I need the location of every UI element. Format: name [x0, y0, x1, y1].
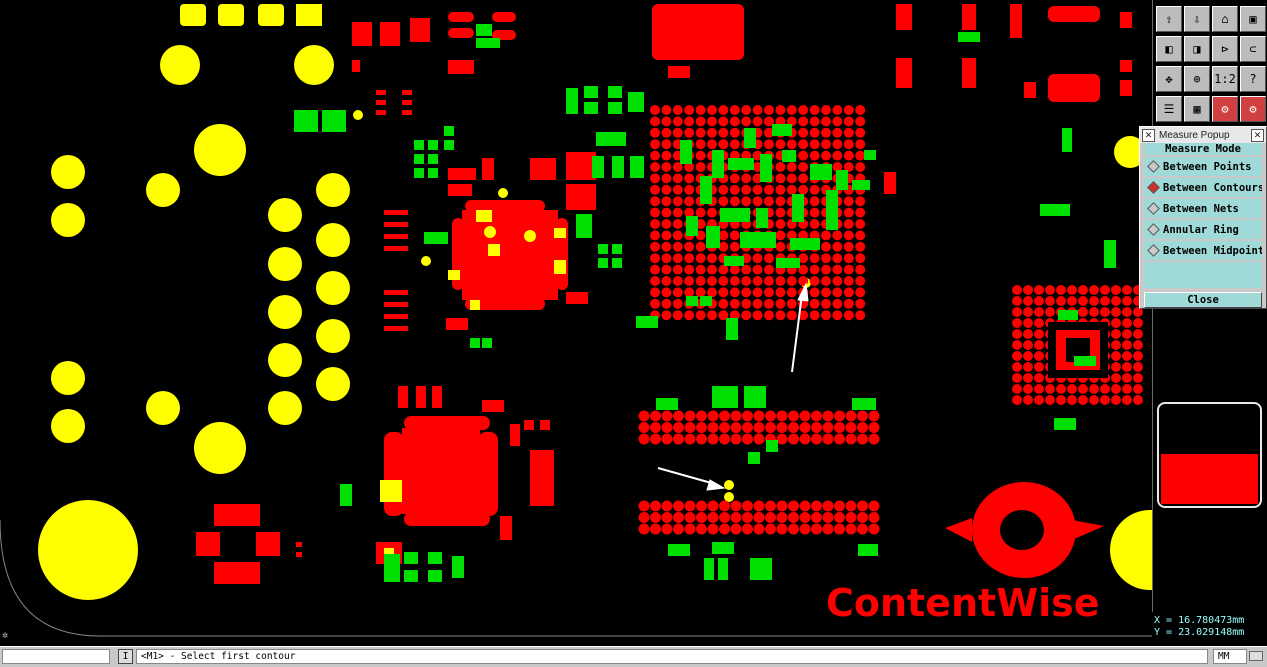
pan-right-icon[interactable]: ◨	[1184, 36, 1210, 62]
logo-mark	[945, 482, 1104, 578]
popup-title: Measure Popup	[1159, 129, 1230, 141]
overview-board-area	[1161, 454, 1258, 504]
measure-option-between-nets[interactable]: Between Nets	[1144, 199, 1262, 218]
option-label: Annular Ring	[1163, 223, 1239, 236]
coordinate-readout: X = 16.780473mm Y = 23.029148mm	[1152, 612, 1267, 646]
popup-menu-icon[interactable]: ✕	[1142, 128, 1155, 142]
layer-up-icon[interactable]: ⇧	[1156, 6, 1182, 32]
bga-array-right	[1012, 285, 1143, 405]
measure-option-between-midpoints[interactable]: Between Midpoints	[1144, 241, 1262, 260]
radio-icon[interactable]	[1147, 160, 1160, 173]
radio-icon[interactable]	[1147, 244, 1160, 257]
close-icon[interactable]: ✕	[1251, 128, 1264, 142]
scale-icon[interactable]: 1:2	[1212, 66, 1238, 92]
option-label: Between Midpoints	[1163, 244, 1262, 257]
component-icon[interactable]: ⚙	[1240, 96, 1266, 122]
connector-lower	[638, 500, 880, 535]
units-toggle-button[interactable]	[1249, 651, 1263, 661]
passives-lower-left	[196, 504, 302, 584]
qfp-chip-2	[376, 386, 554, 564]
pcb-drawing[interactable]: ContentWise	[0, 0, 1152, 645]
window-icon[interactable]: ▣	[1240, 6, 1266, 32]
status-bar: I <M1> - Select first contour MM	[0, 646, 1267, 667]
zoom-in-icon[interactable]: ⊳	[1212, 36, 1238, 62]
measure-popup: ✕ Measure Popup ✕ Measure Mode Between P…	[1139, 126, 1267, 309]
layer-down-icon[interactable]: ⇩	[1184, 6, 1210, 32]
command-field[interactable]	[2, 649, 110, 664]
pcb-canvas[interactable]: ContentWise	[0, 0, 1152, 645]
close-button[interactable]: Close	[1144, 292, 1262, 308]
board-overview[interactable]	[1157, 402, 1262, 508]
logo-text: ContentWise	[826, 581, 1100, 625]
step-icon[interactable]: ⊂	[1240, 36, 1266, 62]
popup-spacer	[1144, 262, 1262, 288]
qfp-chip-1	[448, 200, 568, 310]
option-label: Between Contours	[1163, 181, 1262, 194]
radio-icon[interactable]	[1147, 181, 1160, 194]
radio-icon[interactable]	[1147, 223, 1160, 236]
zoom-fit-icon[interactable]: ✥	[1156, 66, 1182, 92]
measure-mode-header: Measure Mode	[1144, 143, 1262, 155]
home-icon[interactable]: ⌂	[1212, 6, 1238, 32]
units-field[interactable]: MM	[1213, 649, 1247, 664]
measure-option-between-points[interactable]: Between Points	[1144, 157, 1262, 176]
tool-palette: ⇧ ⇩ ⌂ ▣ ◧ ◨ ⊳ ⊂ ✥ ⊕ 1:2? ☰ ▦ ⚙ ⚙	[1152, 0, 1267, 640]
x-coordinate: X = 16.780473mm	[1154, 615, 1245, 626]
option-label: Between Nets	[1163, 202, 1239, 215]
prompt-message: <M1> - Select first contour	[136, 649, 1208, 664]
radio-icon[interactable]	[1147, 202, 1160, 215]
connector-upper	[638, 410, 880, 445]
grid-icon[interactable]: ▦	[1184, 96, 1210, 122]
measure-option-between-contours[interactable]: Between Contours	[1144, 178, 1262, 197]
zoom-center-icon[interactable]: ⊕	[1184, 66, 1210, 92]
info-button[interactable]: I	[118, 649, 133, 664]
cursor-icon: ✲	[2, 630, 9, 641]
layers-icon[interactable]: ☰	[1156, 96, 1182, 122]
y-coordinate: Y = 23.029148mm	[1154, 627, 1245, 638]
measure-option-annular-ring[interactable]: Annular Ring	[1144, 220, 1262, 239]
popup-titlebar[interactable]: ✕ Measure Popup ✕	[1140, 127, 1266, 143]
net-icon[interactable]: ⚙	[1212, 96, 1238, 122]
option-label: Between Points	[1163, 160, 1252, 173]
help-icon[interactable]: ?	[1240, 66, 1266, 92]
pan-left-icon[interactable]: ◧	[1156, 36, 1182, 62]
